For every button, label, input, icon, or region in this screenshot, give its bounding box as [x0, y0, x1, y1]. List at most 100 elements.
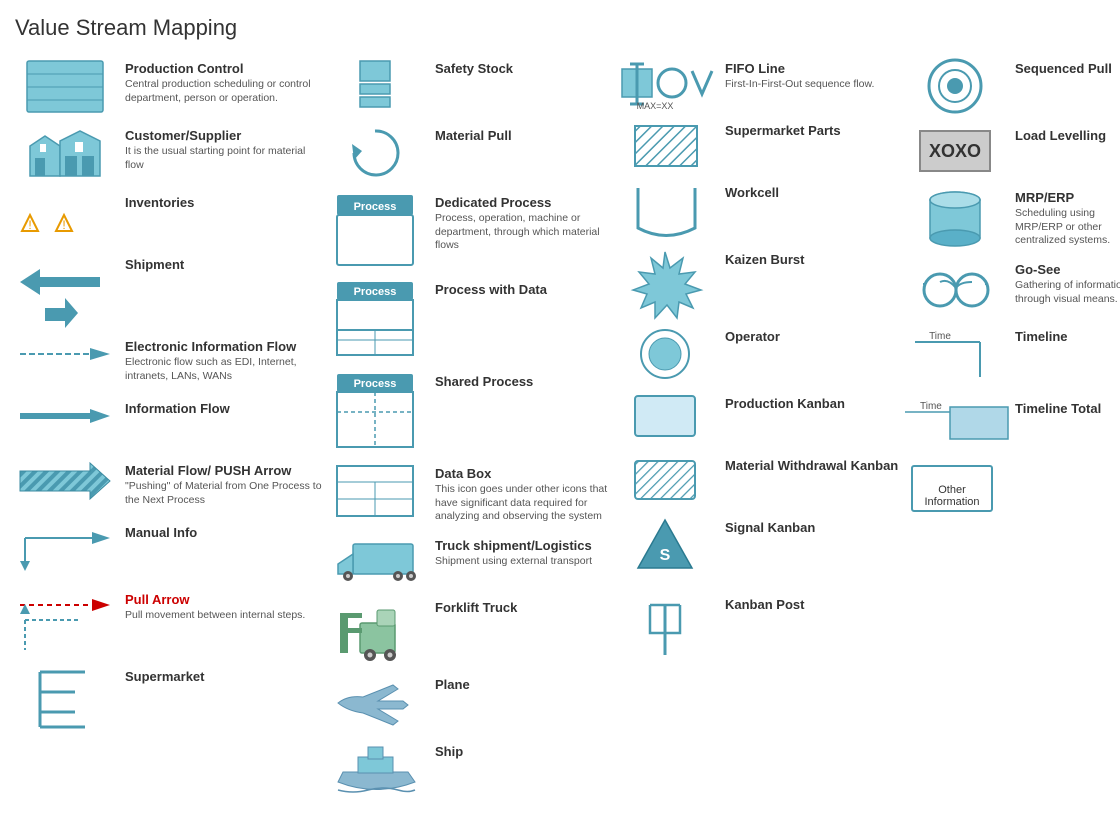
list-item: Customer/Supplier It is the usual starti…: [15, 126, 325, 181]
label-area: Inventories: [125, 193, 325, 210]
list-item: Safety Stock: [325, 59, 615, 114]
list-item: Sequenced Pull: [905, 59, 1120, 114]
label-area: Material Withdrawal Kanban: [725, 456, 905, 473]
label-area: [1015, 461, 1120, 463]
material-pull-icon: [325, 126, 425, 181]
dedicated-process-icon: Process: [325, 193, 425, 268]
label-area: Workcell: [725, 183, 905, 200]
list-item: Time Timeline Total: [905, 399, 1120, 449]
label-area: Process with Data: [435, 280, 615, 297]
mrp-erp-icon: [905, 188, 1005, 248]
material-withdrawal-icon: [615, 456, 715, 506]
manual-info-icon: [15, 523, 115, 578]
svg-text:Other: Other: [938, 484, 966, 496]
svg-text:Information: Information: [924, 496, 979, 508]
plane-icon: [325, 675, 425, 730]
kaizen-burst-icon: [615, 250, 715, 315]
label-area: Go-See Gathering of information through …: [1015, 260, 1120, 306]
label-area: Information Flow: [125, 399, 325, 416]
signal-kanban-icon: S: [615, 518, 715, 583]
label-area: Material Pull: [435, 126, 615, 143]
customer-supplier-icon: [15, 126, 115, 181]
label-area: Production Kanban: [725, 394, 905, 411]
list-item: S Signal Kanban: [615, 518, 905, 583]
label-area: Operator: [725, 327, 905, 344]
label-area: FIFO Line First-In-First-Out sequence fl…: [725, 59, 905, 92]
list-item: Kanban Post: [615, 595, 905, 660]
list-item: Shipment: [15, 255, 325, 325]
svg-text:Process: Process: [354, 201, 397, 213]
electronic-info-icon: [15, 337, 115, 372]
list-item: Go-See Gathering of information through …: [905, 260, 1120, 315]
list-item: MAX=XX FIFO Line First-In-First-Out sequ…: [615, 59, 905, 109]
svg-text:Process: Process: [354, 378, 397, 390]
svg-text:XOXO: XOXO: [928, 141, 980, 161]
ship-icon: [325, 742, 425, 802]
list-item: Process Process with Data: [325, 280, 615, 360]
label-area: Pull Arrow Pull movement between interna…: [125, 590, 325, 623]
svg-text:Time: Time: [920, 401, 942, 412]
data-box-icon: [325, 464, 425, 519]
label-area: Production Control Central production sc…: [125, 59, 325, 105]
label-area: Kanban Post: [725, 595, 905, 612]
process-with-data-icon: Process: [325, 280, 425, 360]
load-levelling-icon: XOXO: [905, 126, 1005, 176]
label-area: Manual Info: [125, 523, 325, 540]
label-area: Forklift Truck: [435, 598, 615, 615]
label-area: Electronic Information Flow Electronic f…: [125, 337, 325, 383]
workcell-icon: [615, 183, 715, 238]
information-flow-icon: [15, 399, 115, 434]
label-area: MRP/ERP Scheduling using MRP/ERP or othe…: [1015, 188, 1120, 248]
page-title: Value Stream Mapping: [15, 15, 1105, 41]
label-area: Load Levelling: [1015, 126, 1120, 143]
timeline-icon: Time: [905, 327, 1005, 387]
list-item: XOXO Load Levelling: [905, 126, 1120, 176]
fifo-icon: MAX=XX: [615, 59, 715, 109]
label-area: Signal Kanban: [725, 518, 905, 535]
list-item: Supermarket Parts: [615, 121, 905, 171]
svg-text:Process: Process: [354, 286, 397, 298]
supermarket-parts-icon: [615, 121, 715, 171]
list-item: Data Box This icon goes under other icon…: [325, 464, 615, 524]
other-info-icon: Other Information: [905, 461, 1005, 516]
label-area: Supermarket: [125, 667, 325, 684]
inventories-icon: ! !: [15, 193, 115, 238]
pull-arrow-icon: [15, 590, 115, 655]
list-item: Electronic Information Flow Electronic f…: [15, 337, 325, 387]
kanban-post-icon: [615, 595, 715, 660]
svg-text:!: !: [28, 218, 31, 232]
list-item: Time Timeline: [905, 327, 1120, 387]
list-item: Kaizen Burst: [615, 250, 905, 315]
material-flow-icon: [15, 461, 115, 501]
column-4: Sequenced Pull XOXO Load Levelling: [905, 59, 1120, 802]
list-item: Other Information: [905, 461, 1120, 516]
list-item: ! ! Inventories: [15, 193, 325, 243]
list-item: Production Control Central production sc…: [15, 59, 325, 114]
column-3: MAX=XX FIFO Line First-In-First-Out sequ…: [615, 59, 905, 802]
label-area: Supermarket Parts: [725, 121, 905, 138]
label-area: Customer/Supplier It is the usual starti…: [125, 126, 325, 172]
label-area: Shared Process: [435, 372, 615, 389]
label-area: Material Flow/ PUSH Arrow "Pushing" of M…: [125, 461, 325, 507]
label-area: Plane: [435, 675, 615, 692]
list-item: Ship: [325, 742, 615, 802]
list-item: Plane: [325, 675, 615, 730]
supermarket-icon: [15, 667, 115, 732]
label-area: Kaizen Burst: [725, 250, 905, 267]
list-item: Manual Info: [15, 523, 325, 578]
svg-text:S: S: [659, 547, 670, 564]
list-item: Material Pull: [325, 126, 615, 181]
label-area: Data Box This icon goes under other icon…: [435, 464, 615, 524]
label-area: Dedicated Process Process, operation, ma…: [435, 193, 615, 253]
label-area: Shipment: [125, 255, 325, 272]
truck-icon: [325, 536, 425, 586]
label-area: Truck shipment/Logistics Shipment using …: [435, 536, 615, 569]
label-area: Ship: [435, 742, 615, 759]
label-area: Safety Stock: [435, 59, 615, 76]
list-item: Pull Arrow Pull movement between interna…: [15, 590, 325, 655]
list-item: Material Flow/ PUSH Arrow "Pushing" of M…: [15, 461, 325, 511]
list-item: Process Dedicated Process Process, opera…: [325, 193, 615, 268]
sequenced-pull-icon: [905, 59, 1005, 114]
list-item: Supermarket: [15, 667, 325, 732]
shipment-icon: [15, 255, 115, 325]
